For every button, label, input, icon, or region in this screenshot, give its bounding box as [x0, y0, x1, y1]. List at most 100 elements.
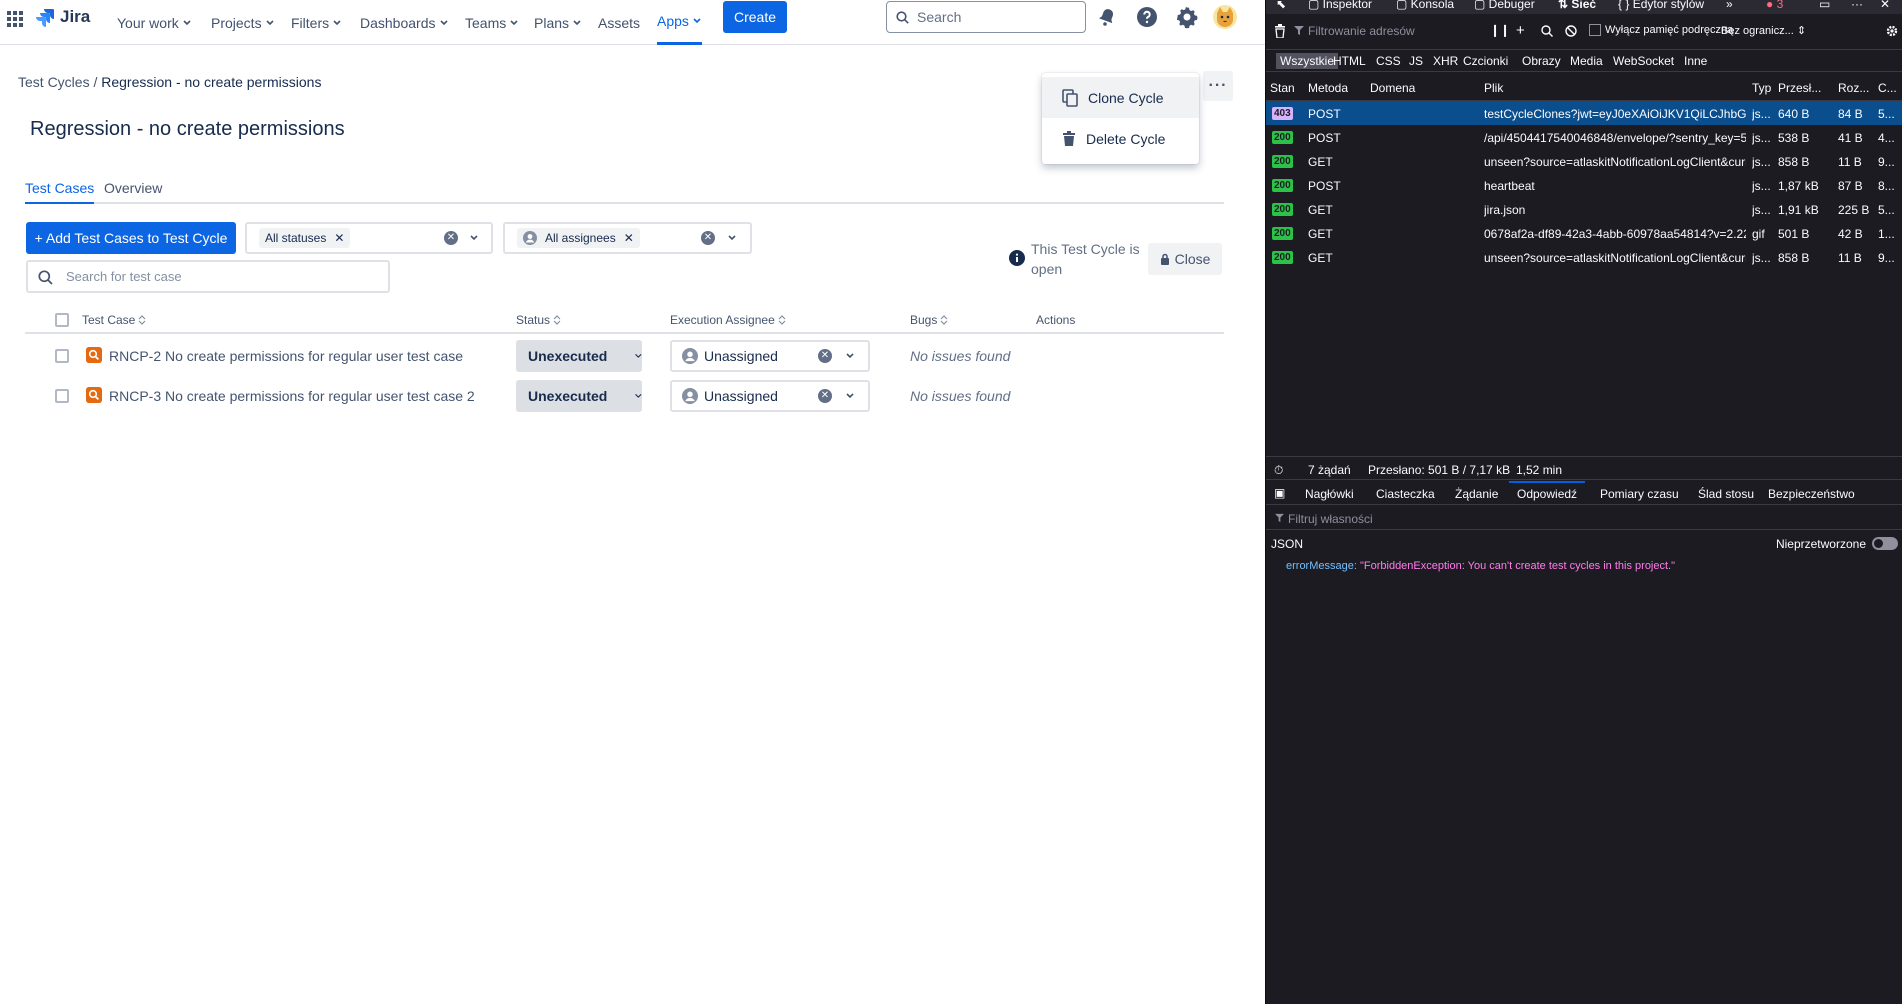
devtools-tab-console[interactable]: ▢ Konsola [1396, 0, 1454, 11]
create-button[interactable]: Create [723, 1, 787, 33]
pause-icon[interactable]: ❙❙ [1490, 23, 1510, 37]
request-row[interactable]: 200GETdata.pendo.io0678af2a-df89-42a3-4a… [1266, 221, 1902, 245]
breadcrumb-test-cycles[interactable]: Test Cycles [18, 74, 90, 90]
status-select[interactable]: Unexecuted [516, 340, 642, 372]
status-select[interactable]: Unexecuted [516, 380, 642, 412]
pick-element-icon[interactable]: ⬉ [1276, 0, 1286, 11]
user-avatar-icon[interactable] [1212, 4, 1238, 30]
col-size[interactable]: Roz... [1838, 81, 1869, 95]
status-filter-select[interactable]: All statuses ✕ ✕ [245, 222, 493, 254]
column-execution-assignee[interactable]: Execution Assignee [670, 313, 786, 327]
overflow-tabs-icon[interactable]: » [1726, 0, 1733, 11]
type-filter-websocket[interactable]: WebSocket [1613, 54, 1674, 68]
error-count-badge[interactable]: ● 3 [1766, 0, 1783, 11]
row-checkbox[interactable] [55, 389, 69, 403]
devtools-tab-debugger[interactable]: ▢ Debuger [1474, 0, 1535, 11]
jira-logo[interactable]: Jira [35, 7, 90, 27]
select-all-checkbox[interactable] [55, 313, 69, 327]
request-row[interactable]: 200GETsd-dev.atlassia...unseen?source=at… [1266, 245, 1902, 269]
type-filter-css[interactable]: CSS [1376, 54, 1401, 68]
help-icon[interactable] [1135, 5, 1159, 29]
app-switcher-icon[interactable] [6, 10, 24, 28]
col-transferred[interactable]: Przesł... [1778, 81, 1821, 95]
col-status[interactable]: Stan [1270, 81, 1295, 95]
type-filter-media[interactable]: Media [1570, 54, 1603, 68]
tab-test-cases[interactable]: Test Cases [25, 180, 95, 204]
col-c[interactable]: C... [1878, 81, 1897, 95]
property-filter-input[interactable]: Filtruj własności [1266, 506, 1902, 530]
request-row[interactable]: 200POSTsd-dev.atlassia...heartbeatjs...1… [1266, 173, 1902, 197]
clear-icon[interactable]: ✕ [818, 389, 832, 403]
test-case-link[interactable]: RNCP-3 No create permissions for regular… [109, 388, 475, 404]
delete-cycle-menu-item[interactable]: Delete Cycle [1042, 118, 1199, 159]
nav-apps[interactable]: Apps [657, 0, 702, 45]
detail-tab-headers[interactable]: Nagłówki [1305, 487, 1354, 501]
global-search-input[interactable]: Search [886, 1, 1086, 33]
dock-icon[interactable]: ▭ [1819, 0, 1830, 11]
close-devtools-icon[interactable]: ✕ [1880, 0, 1890, 11]
type-filter-other[interactable]: Inne [1684, 54, 1707, 68]
breadcrumb-current[interactable]: Regression - no create permissions [101, 74, 321, 90]
type-filter-fonts[interactable]: Czcionki [1463, 54, 1508, 68]
more-options-icon[interactable]: ··· [1851, 0, 1863, 11]
clear-icon[interactable]: ✕ [444, 231, 458, 245]
add-test-cases-button[interactable]: + Add Test Cases to Test Cycle [26, 222, 236, 254]
settings-gear-icon[interactable] [1175, 5, 1199, 29]
type-filter-images[interactable]: Obrazy [1522, 54, 1561, 68]
chevron-down-icon[interactable] [845, 351, 855, 361]
column-status[interactable]: Status [516, 313, 561, 327]
nav-assets[interactable]: Assets [598, 0, 640, 45]
chevron-down-icon[interactable] [469, 233, 479, 243]
devtools-tab-style-editor[interactable]: { } Edytor stylów [1618, 0, 1704, 11]
settings-gear-icon[interactable] [1886, 25, 1898, 37]
notifications-bell-icon[interactable] [1095, 5, 1119, 29]
chevron-down-icon[interactable] [727, 233, 737, 243]
assignee-select[interactable]: Unassigned ✕ [670, 340, 870, 372]
col-domain[interactable]: Domena [1370, 81, 1415, 95]
devtools-tab-inspector[interactable]: ▢ Inspektor [1308, 0, 1372, 11]
clone-cycle-menu-item[interactable]: Clone Cycle [1042, 77, 1199, 118]
column-bugs[interactable]: Bugs [910, 313, 948, 327]
request-row[interactable]: 200POSTo913298.ingest.../api/45044175400… [1266, 125, 1902, 149]
devtools-tab-network[interactable]: ⇅ Sieć [1558, 0, 1596, 11]
more-actions-button[interactable]: ··· [1203, 71, 1233, 101]
clear-icon[interactable]: ✕ [701, 231, 715, 245]
detail-tab-response[interactable]: Odpowiedź [1509, 481, 1586, 505]
request-row[interactable]: 200GETsd-dev.atlassia...jira.jsonjs...1,… [1266, 197, 1902, 221]
detail-tab-request[interactable]: Żądanie [1455, 487, 1498, 501]
add-icon[interactable]: + [1516, 22, 1525, 39]
assignee-filter-select[interactable]: All assignees ✕ ✕ [503, 222, 752, 254]
detail-tab-stack-trace[interactable]: Ślad stosu [1698, 487, 1754, 501]
detail-tab-security[interactable]: Bezpieczeństwo [1768, 487, 1855, 501]
col-file[interactable]: Plik [1484, 81, 1503, 95]
column-test-case[interactable]: Test Case [82, 313, 146, 327]
col-type[interactable]: Typ [1752, 81, 1771, 95]
request-row[interactable]: 200GETsd-dev.atlassia...unseen?source=at… [1266, 149, 1902, 173]
throttle-select[interactable]: Bez ogranicz... ⇕ [1721, 24, 1806, 37]
nav-filters[interactable]: Filters [291, 0, 342, 45]
remove-chip-icon[interactable]: ✕ [624, 231, 634, 245]
row-checkbox[interactable] [55, 349, 69, 363]
trash-icon[interactable] [1274, 24, 1286, 38]
detail-tab-timings[interactable]: Pomiary czasu [1600, 487, 1679, 501]
assignee-select[interactable]: Unassigned ✕ [670, 380, 870, 412]
test-case-search-input[interactable]: Search for test case [26, 260, 390, 293]
type-filter-xhr[interactable]: XHR [1433, 54, 1458, 68]
type-filter-html[interactable]: HTML [1333, 54, 1366, 68]
close-cycle-button[interactable]: Close [1148, 243, 1222, 275]
detail-tab-cookies[interactable]: Ciasteczka [1376, 487, 1435, 501]
nav-dashboards[interactable]: Dashboards [360, 0, 449, 45]
nav-teams[interactable]: Teams [465, 0, 519, 45]
disable-cache-checkbox[interactable] [1589, 24, 1601, 36]
status-filter-chip[interactable]: All statuses ✕ [259, 228, 351, 248]
assignee-filter-chip[interactable]: All assignees ✕ [517, 228, 640, 248]
col-method[interactable]: Metoda [1308, 81, 1348, 95]
nav-projects[interactable]: Projects [211, 0, 275, 45]
test-case-link[interactable]: RNCP-2 No create permissions for regular… [109, 348, 463, 364]
clear-icon[interactable]: ✕ [818, 349, 832, 363]
nav-your-work[interactable]: Your work [117, 0, 192, 45]
chevron-down-icon[interactable] [845, 391, 855, 401]
toggle-sidebar-icon[interactable]: ▣ [1274, 486, 1285, 500]
raw-toggle[interactable] [1872, 537, 1898, 550]
block-icon[interactable] [1565, 25, 1577, 37]
